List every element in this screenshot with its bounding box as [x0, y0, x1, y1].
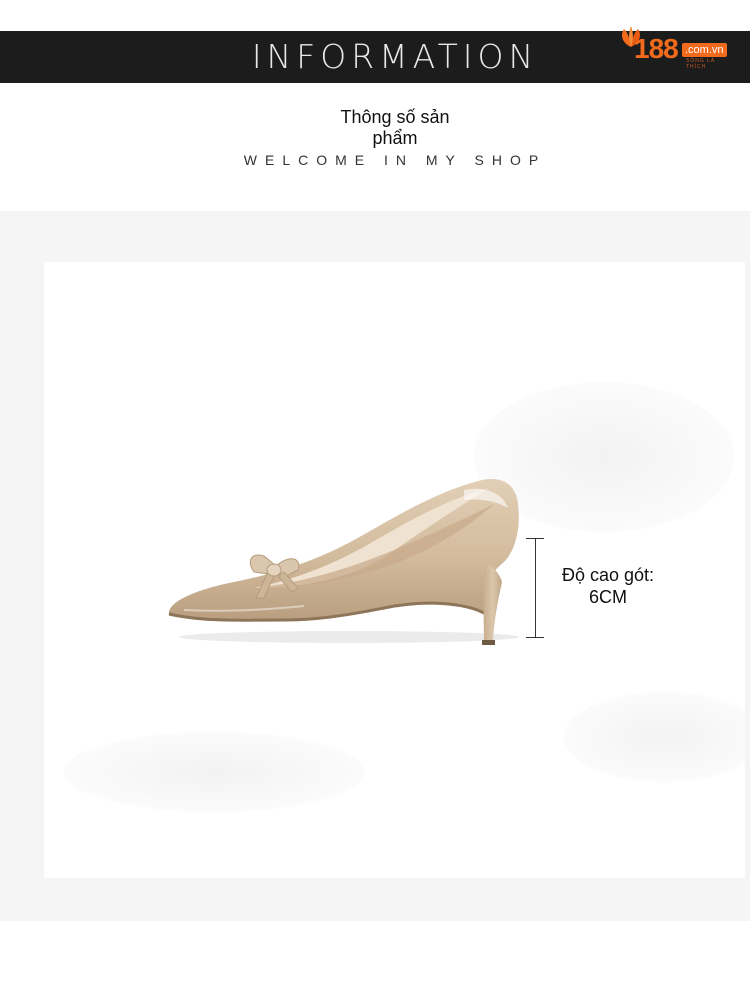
- shoe-image: [168, 479, 519, 645]
- bottom-spacer: [0, 921, 750, 998]
- section-subtitle: WELCOME IN MY SHOP: [243, 152, 547, 168]
- logo-tagline: SỐNG LÀ THÍCH: [686, 58, 716, 70]
- product-stage: Độ cao gót: 6CM: [0, 211, 750, 921]
- heel-height-label: Độ cao gót: 6CM: [548, 564, 668, 608]
- header-banner: INFORMATION 188 .com.vn SỐNG LÀ THÍCH: [0, 26, 750, 83]
- brand-logo[interactable]: 188 .com.vn SỐNG LÀ THÍCH: [614, 21, 732, 83]
- logo-domain: .com.vn: [682, 43, 727, 57]
- heel-height-caption: Độ cao gót:: [561, 565, 655, 585]
- heel-height-indicator: [526, 538, 546, 638]
- intro-section: Thông số sản phẩm WELCOME IN MY SHOP: [0, 83, 750, 211]
- section-title: Thông số sản phẩm: [340, 107, 450, 148]
- logo-number: 188: [634, 33, 679, 64]
- heel-height-value: 6CM: [588, 587, 627, 607]
